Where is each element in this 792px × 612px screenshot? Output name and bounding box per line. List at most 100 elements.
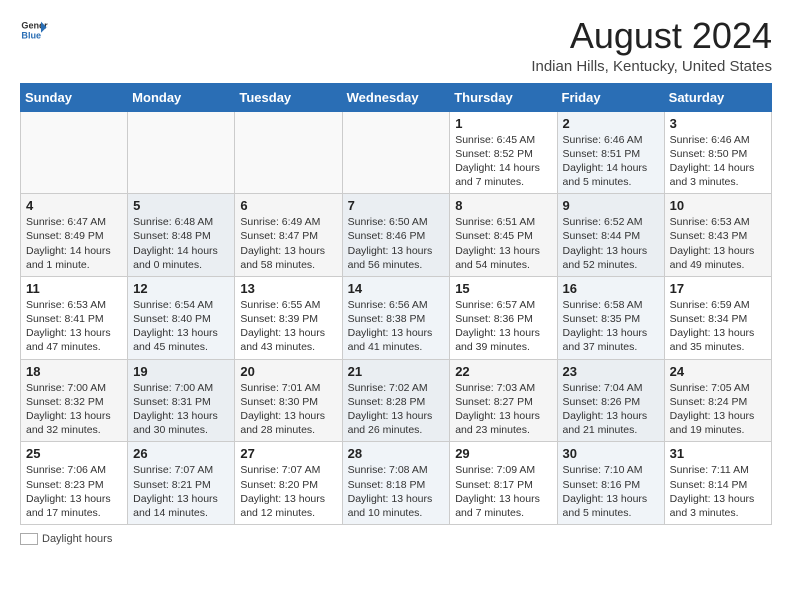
calendar-cell: 13 Sunrise: 6:55 AM Sunset: 8:39 PM Dayli… <box>235 276 342 359</box>
day-number: 6 <box>240 198 336 213</box>
calendar-cell: 15Sunrise: 6:57 AM Sunset: 8:36 PM Dayli… <box>450 276 557 359</box>
calendar-cell: 28Sunrise: 7:08 AM Sunset: 8:18 PM Dayli… <box>342 442 450 525</box>
day-info: Sunrise: 7:02 AM Sunset: 8:28 PM Dayligh… <box>348 381 445 438</box>
day-info: Sunrise: 7:07 AM Sunset: 8:21 PM Dayligh… <box>133 463 229 520</box>
calendar-table: SundayMondayTuesdayWednesdayThursdayFrid… <box>20 83 772 525</box>
day-number: 14 <box>348 281 445 296</box>
calendar-cell: 2 Sunrise: 6:46 AM Sunset: 8:51 PM Daylig… <box>557 111 664 194</box>
day-number: 7 <box>348 198 445 213</box>
calendar-cell: 19Sunrise: 7:00 AM Sunset: 8:31 PM Dayli… <box>128 359 235 442</box>
sub-title: Indian Hills, Kentucky, United States <box>531 58 772 75</box>
calendar-week-row: 4 Sunrise: 6:47 AM Sunset: 8:49 PM Daylig… <box>21 194 772 277</box>
calendar-cell: 24Sunrise: 7:05 AM Sunset: 8:24 PM Dayli… <box>664 359 771 442</box>
calendar-cell: 20 Sunrise: 7:01 AM Sunset: 8:30 PM Dayli… <box>235 359 342 442</box>
day-header-monday: Monday <box>128 83 235 111</box>
day-number: 9 <box>563 198 659 213</box>
calendar-cell <box>342 111 450 194</box>
header: General Blue August 2024 Indian Hills, K… <box>20 16 772 75</box>
logo-icon: General Blue <box>20 16 48 44</box>
day-number: 10 <box>670 198 766 213</box>
calendar-cell: 7 Sunrise: 6:50 AM Sunset: 8:46 PM Daylig… <box>342 194 450 277</box>
calendar-cell: 11 Sunrise: 6:53 AM Sunset: 8:41 PM Dayli… <box>21 276 128 359</box>
calendar-week-row: 11 Sunrise: 6:53 AM Sunset: 8:41 PM Dayli… <box>21 276 772 359</box>
day-header-tuesday: Tuesday <box>235 83 342 111</box>
calendar-cell: 6 Sunrise: 6:49 AM Sunset: 8:47 PM Daylig… <box>235 194 342 277</box>
day-info: Sunrise: 7:00 AM Sunset: 8:31 PM Dayligh… <box>133 381 229 438</box>
day-info: Sunrise: 6:46 AM Sunset: 8:51 PM Dayligh… <box>563 133 659 190</box>
calendar-cell: 5Sunrise: 6:48 AM Sunset: 8:48 PM Daylig… <box>128 194 235 277</box>
day-number: 1 <box>455 116 551 131</box>
day-header-thursday: Thursday <box>450 83 557 111</box>
day-number: 26 <box>133 446 229 461</box>
calendar-cell: 27 Sunrise: 7:07 AM Sunset: 8:20 PM Dayli… <box>235 442 342 525</box>
day-number: 23 <box>563 364 659 379</box>
day-info: Sunrise: 7:03 AM Sunset: 8:27 PM Dayligh… <box>455 381 551 438</box>
calendar-cell: 29Sunrise: 7:09 AM Sunset: 8:17 PM Dayli… <box>450 442 557 525</box>
day-number: 8 <box>455 198 551 213</box>
day-info: Sunrise: 6:58 AM Sunset: 8:35 PM Dayligh… <box>563 298 659 355</box>
day-number: 16 <box>563 281 659 296</box>
day-number: 25 <box>26 446 122 461</box>
calendar-cell: 8 Sunrise: 6:51 AM Sunset: 8:45 PM Daylig… <box>450 194 557 277</box>
day-info: Sunrise: 6:45 AM Sunset: 8:52 PM Dayligh… <box>455 133 551 190</box>
logo: General Blue <box>20 16 48 44</box>
calendar-cell: 17Sunrise: 6:59 AM Sunset: 8:34 PM Dayli… <box>664 276 771 359</box>
day-number: 4 <box>26 198 122 213</box>
calendar-week-row: 1 Sunrise: 6:45 AM Sunset: 8:52 PM Daylig… <box>21 111 772 194</box>
calendar-cell: 1 Sunrise: 6:45 AM Sunset: 8:52 PM Daylig… <box>450 111 557 194</box>
title-area: August 2024 Indian Hills, Kentucky, Unit… <box>531 16 772 75</box>
day-info: Sunrise: 6:53 AM Sunset: 8:41 PM Dayligh… <box>26 298 122 355</box>
day-info: Sunrise: 7:07 AM Sunset: 8:20 PM Dayligh… <box>240 463 336 520</box>
day-info: Sunrise: 6:49 AM Sunset: 8:47 PM Dayligh… <box>240 215 336 272</box>
calendar-cell: 3Sunrise: 6:46 AM Sunset: 8:50 PM Daylig… <box>664 111 771 194</box>
calendar-cell <box>21 111 128 194</box>
day-number: 13 <box>240 281 336 296</box>
calendar-cell: 12Sunrise: 6:54 AM Sunset: 8:40 PM Dayli… <box>128 276 235 359</box>
day-number: 2 <box>563 116 659 131</box>
day-info: Sunrise: 6:53 AM Sunset: 8:43 PM Dayligh… <box>670 215 766 272</box>
day-info: Sunrise: 7:11 AM Sunset: 8:14 PM Dayligh… <box>670 463 766 520</box>
legend-daylight-label: Daylight hours <box>42 533 112 545</box>
day-info: Sunrise: 7:06 AM Sunset: 8:23 PM Dayligh… <box>26 463 122 520</box>
day-number: 31 <box>670 446 766 461</box>
calendar-cell: 30Sunrise: 7:10 AM Sunset: 8:16 PM Dayli… <box>557 442 664 525</box>
day-info: Sunrise: 6:55 AM Sunset: 8:39 PM Dayligh… <box>240 298 336 355</box>
day-number: 11 <box>26 281 122 296</box>
legend-swatch-daylight <box>20 533 38 545</box>
day-info: Sunrise: 6:51 AM Sunset: 8:45 PM Dayligh… <box>455 215 551 272</box>
day-info: Sunrise: 7:01 AM Sunset: 8:30 PM Dayligh… <box>240 381 336 438</box>
legend-area: Daylight hours <box>20 533 772 545</box>
day-info: Sunrise: 6:47 AM Sunset: 8:49 PM Dayligh… <box>26 215 122 272</box>
day-info: Sunrise: 6:50 AM Sunset: 8:46 PM Dayligh… <box>348 215 445 272</box>
calendar-cell: 23 Sunrise: 7:04 AM Sunset: 8:26 PM Dayli… <box>557 359 664 442</box>
day-info: Sunrise: 6:56 AM Sunset: 8:38 PM Dayligh… <box>348 298 445 355</box>
day-number: 21 <box>348 364 445 379</box>
day-header-sunday: Sunday <box>21 83 128 111</box>
legend-daylight: Daylight hours <box>20 533 112 545</box>
day-info: Sunrise: 7:04 AM Sunset: 8:26 PM Dayligh… <box>563 381 659 438</box>
day-number: 5 <box>133 198 229 213</box>
calendar-cell: 31 Sunrise: 7:11 AM Sunset: 8:14 PM Dayli… <box>664 442 771 525</box>
calendar-cell: 25 Sunrise: 7:06 AM Sunset: 8:23 PM Dayli… <box>21 442 128 525</box>
day-number: 28 <box>348 446 445 461</box>
day-number: 20 <box>240 364 336 379</box>
calendar-cell: 21 Sunrise: 7:02 AM Sunset: 8:28 PM Dayli… <box>342 359 450 442</box>
day-number: 17 <box>670 281 766 296</box>
calendar-cell: 10 Sunrise: 6:53 AM Sunset: 8:43 PM Dayli… <box>664 194 771 277</box>
day-number: 24 <box>670 364 766 379</box>
calendar-header-row: SundayMondayTuesdayWednesdayThursdayFrid… <box>21 83 772 111</box>
calendar-cell: 16 Sunrise: 6:58 AM Sunset: 8:35 PM Dayli… <box>557 276 664 359</box>
calendar-cell: 4 Sunrise: 6:47 AM Sunset: 8:49 PM Daylig… <box>21 194 128 277</box>
day-header-friday: Friday <box>557 83 664 111</box>
day-info: Sunrise: 7:00 AM Sunset: 8:32 PM Dayligh… <box>26 381 122 438</box>
day-info: Sunrise: 7:09 AM Sunset: 8:17 PM Dayligh… <box>455 463 551 520</box>
calendar-cell: 18Sunrise: 7:00 AM Sunset: 8:32 PM Dayli… <box>21 359 128 442</box>
day-info: Sunrise: 6:57 AM Sunset: 8:36 PM Dayligh… <box>455 298 551 355</box>
day-number: 27 <box>240 446 336 461</box>
main-title: August 2024 <box>531 16 772 56</box>
calendar-cell <box>128 111 235 194</box>
calendar-week-row: 18Sunrise: 7:00 AM Sunset: 8:32 PM Dayli… <box>21 359 772 442</box>
svg-text:Blue: Blue <box>21 30 41 40</box>
day-info: Sunrise: 6:54 AM Sunset: 8:40 PM Dayligh… <box>133 298 229 355</box>
day-header-wednesday: Wednesday <box>342 83 450 111</box>
